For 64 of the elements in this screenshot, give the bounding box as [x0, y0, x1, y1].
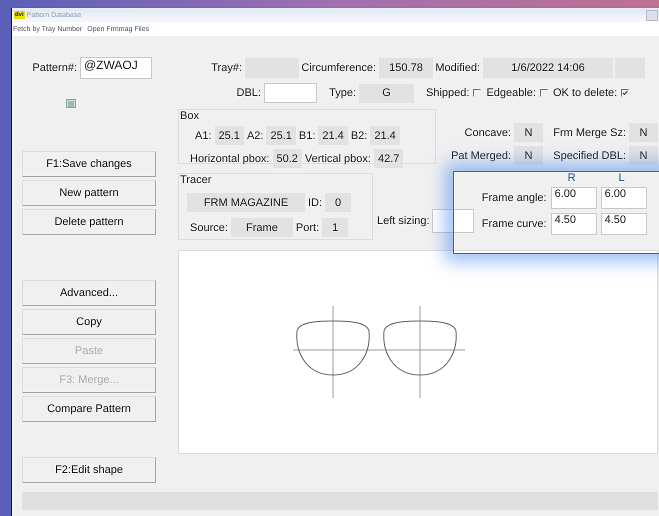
field-label: Port:: [294, 222, 320, 234]
value-input[interactable]: 6.00: [550, 187, 597, 209]
value-field: 150.78: [379, 58, 433, 78]
field-label: ID:: [307, 196, 324, 208]
value-field: 21.4: [370, 126, 400, 145]
field-label: DBL:: [236, 87, 262, 99]
value-field: 25.1: [214, 126, 244, 145]
action-button[interactable]: Advanced...: [22, 280, 156, 306]
field-label: Frame angle:: [480, 192, 547, 204]
pattern-input[interactable]: @ZWAOJ: [80, 57, 152, 79]
grid-icon[interactable]: [66, 99, 76, 108]
field-label: Frm Merge Sz:: [552, 126, 627, 138]
value-field: FRM MAGAZINE: [187, 193, 305, 212]
field-label: Circumference:: [300, 62, 377, 74]
field-label: B1:: [298, 130, 316, 142]
field-label: Type:: [328, 87, 357, 99]
field-label: Pat Merged:: [450, 150, 512, 162]
value-field: 0: [325, 193, 352, 212]
field-label: Tray#:: [210, 62, 243, 74]
value-field[interactable]: [264, 83, 317, 103]
field-label: B2:: [350, 130, 368, 142]
action-button[interactable]: New pattern: [22, 180, 156, 206]
value-field: N: [629, 146, 658, 165]
action-button[interactable]: Compare Pattern: [22, 396, 156, 422]
value-field: 42.7: [374, 149, 404, 168]
field-label: A2:: [246, 130, 264, 142]
action-button[interactable]: Delete pattern: [22, 209, 156, 235]
checkbox[interactable]: [621, 89, 630, 97]
value-field: Frame: [230, 218, 293, 237]
value-field: 1: [322, 218, 348, 237]
value-input[interactable]: 4.50: [550, 213, 597, 235]
value-input[interactable]: 6.00: [600, 187, 647, 209]
action-button[interactable]: F2:Edit shape: [22, 457, 156, 483]
group-title: Box: [180, 110, 199, 122]
column-header: L: [618, 173, 626, 183]
value-input[interactable]: 4.50: [600, 213, 647, 235]
field-label: Left sizing:: [377, 215, 431, 227]
value-field: N: [514, 146, 543, 165]
field-label: Frame curve:: [480, 218, 547, 230]
field-label: Modified:: [434, 62, 481, 74]
field-label: Concave:: [464, 126, 512, 138]
action-button[interactable]: Copy: [22, 309, 156, 335]
action-button[interactable]: F1:Save changes: [22, 151, 156, 177]
left-sizing-input[interactable]: [432, 209, 474, 233]
field-label: Vertical pbox:: [304, 152, 372, 164]
checkbox-label: Shipped:: [425, 87, 470, 99]
field-label: Horizontal pbox:: [189, 152, 270, 164]
value-field: 1/6/2022 14:06: [483, 58, 613, 78]
value-field: G: [359, 84, 414, 102]
field-label: Specified DBL:: [552, 150, 627, 162]
field-label: Source:: [189, 222, 229, 234]
checkbox-label: OK to delete:: [552, 87, 618, 99]
group-title: Tracer: [180, 174, 212, 186]
checkbox[interactable]: [473, 89, 482, 97]
checkbox[interactable]: [540, 89, 548, 97]
field-label: A1:: [194, 130, 213, 142]
value-field: 50.2: [272, 149, 302, 168]
checkbox-label: Edgeable:: [485, 87, 537, 99]
value-field: N: [629, 123, 658, 142]
value-field: 25.1: [266, 126, 296, 145]
field-label: Pattern#:: [31, 62, 78, 74]
value-field: 21.4: [318, 126, 348, 145]
value-field: N: [514, 123, 543, 142]
column-header: R: [566, 173, 577, 183]
